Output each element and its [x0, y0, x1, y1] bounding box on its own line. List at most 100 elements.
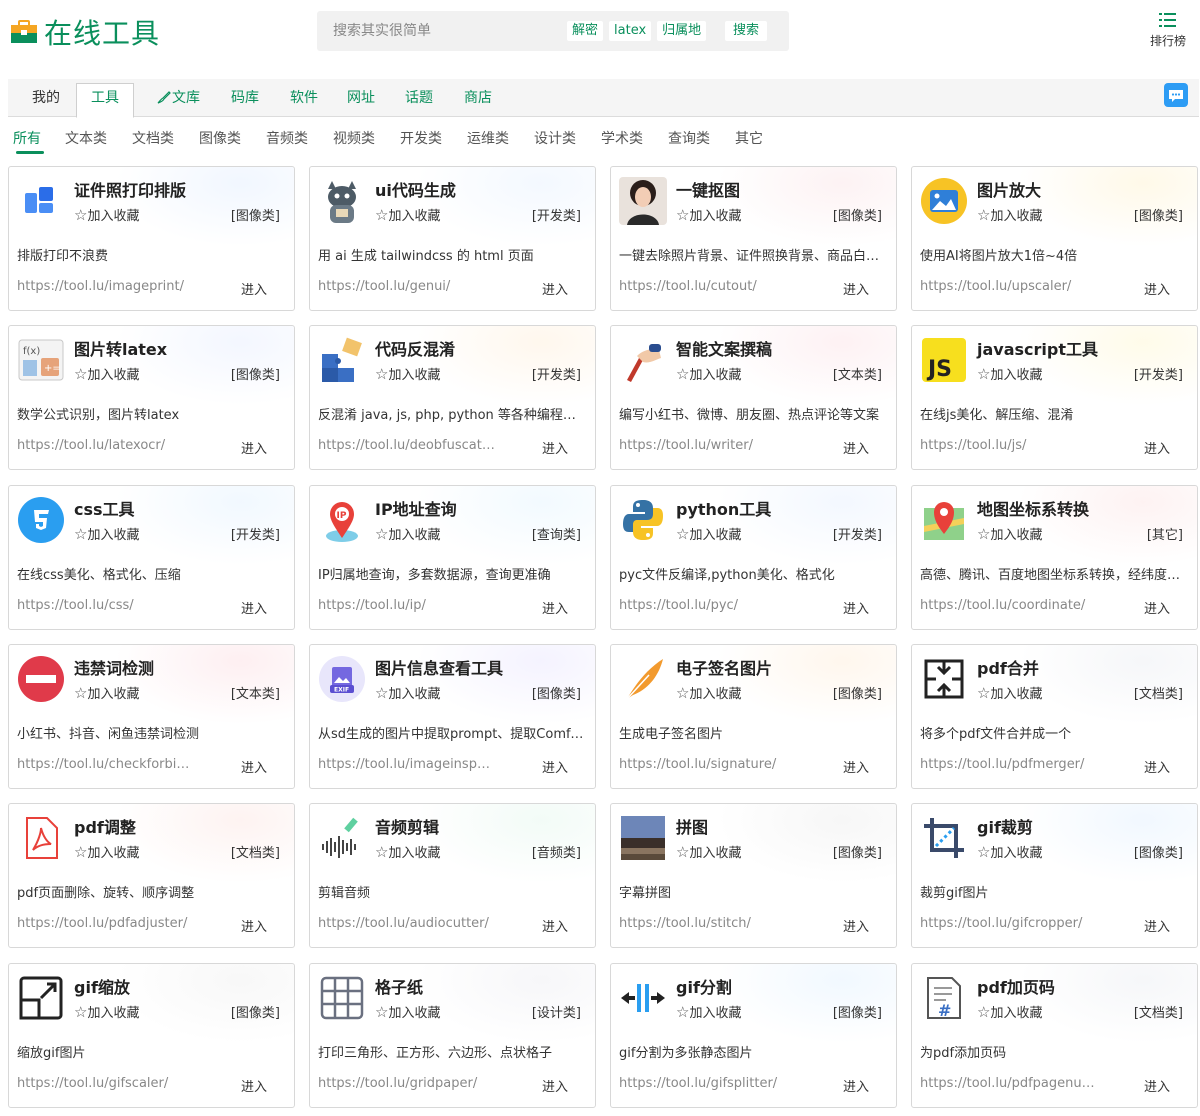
tool-card[interactable]: 格子纸 ☆加入收藏 [设计类] 打印三角形、正方形、六边形、点状格子 https…: [309, 963, 596, 1108]
tool-title[interactable]: gif裁剪: [977, 814, 1033, 838]
favorite-button[interactable]: ☆加入收藏: [375, 1002, 440, 1021]
enter-link[interactable]: 进入: [542, 598, 568, 617]
enter-link[interactable]: 进入: [1144, 757, 1170, 776]
enter-link[interactable]: 进入: [843, 916, 869, 935]
tool-category[interactable]: [开发类]: [231, 524, 280, 543]
tool-category[interactable]: [查询类]: [532, 524, 581, 543]
enter-link[interactable]: 进入: [241, 1076, 267, 1095]
tool-category[interactable]: [图像类]: [833, 842, 882, 861]
tool-title[interactable]: javascript工具: [977, 336, 1098, 360]
tool-category[interactable]: [开发类]: [532, 205, 581, 224]
tab-shop[interactable]: 商店: [456, 84, 500, 117]
filter-academic[interactable]: 学术类: [601, 128, 643, 148]
tool-category[interactable]: [图像类]: [833, 683, 882, 702]
filter-ops[interactable]: 运维类: [467, 128, 509, 148]
tool-category[interactable]: [开发类]: [833, 524, 882, 543]
tool-url[interactable]: https://tool.lu/imageinspector/: [318, 757, 496, 772]
tool-card[interactable]: pdf调整 ☆加入收藏 [文档类] pdf页面删除、旋转、顺序调整 https:…: [8, 803, 295, 948]
tool-card[interactable]: IP IP地址查询 ☆加入收藏 [查询类] IP归属地查询，多套数据源，查询更准…: [309, 485, 596, 630]
tool-card[interactable]: # pdf加页码 ☆加入收藏 [文档类] 为pdf添加页码 https://to…: [911, 963, 1198, 1108]
favorite-button[interactable]: ☆加入收藏: [74, 683, 139, 702]
tool-title[interactable]: 图片转latex: [74, 336, 167, 360]
enter-link[interactable]: 进入: [241, 438, 267, 457]
favorite-button[interactable]: ☆加入收藏: [977, 205, 1042, 224]
tab-tools[interactable]: 工具: [76, 83, 134, 118]
favorite-button[interactable]: ☆加入收藏: [676, 683, 741, 702]
favorite-button[interactable]: ☆加入收藏: [676, 205, 741, 224]
filter-image[interactable]: 图像类: [199, 128, 241, 148]
tool-card[interactable]: 图片放大 ☆加入收藏 [图像类] 使用AI将图片放大1倍~4倍 https://…: [911, 166, 1198, 311]
tool-category[interactable]: [音频类]: [532, 842, 581, 861]
favorite-button[interactable]: ☆加入收藏: [676, 364, 741, 383]
tool-url[interactable]: https://tool.lu/pdfadjuster/: [17, 916, 195, 931]
filter-audio[interactable]: 音频类: [266, 128, 308, 148]
tool-category[interactable]: [文本类]: [231, 683, 280, 702]
tool-category[interactable]: [其它]: [1147, 524, 1183, 543]
tool-url[interactable]: https://tool.lu/checkforbidden/: [17, 757, 195, 772]
tool-card[interactable]: 地图坐标系转换 ☆加入收藏 [其它] 高德、腾讯、百度地图坐标系转换，经纬度转换…: [911, 485, 1198, 630]
tool-category[interactable]: [设计类]: [532, 1002, 581, 1021]
enter-link[interactable]: 进入: [1144, 279, 1170, 298]
enter-link[interactable]: 进入: [1144, 598, 1170, 617]
tool-category[interactable]: [开发类]: [1134, 364, 1183, 383]
tool-card[interactable]: gif缩放 ☆加入收藏 [图像类] 缩放gif图片 https://tool.l…: [8, 963, 295, 1108]
tool-card[interactable]: 智能文案撰稿 ☆加入收藏 [文本类] 编写小红书、微博、朋友圈、热点评论等文案 …: [610, 325, 897, 470]
tool-url[interactable]: https://tool.lu/genui/: [318, 279, 496, 294]
favorite-button[interactable]: ☆加入收藏: [74, 364, 139, 383]
enter-link[interactable]: 进入: [843, 438, 869, 457]
tool-card[interactable]: 一键抠图 ☆加入收藏 [图像类] 一键去除照片背景、证件照换背景、商品白底图 h…: [610, 166, 897, 311]
tool-title[interactable]: python工具: [676, 496, 771, 520]
search-button[interactable]: 搜索: [725, 21, 768, 41]
tool-card[interactable]: python工具 ☆加入收藏 [开发类] pyc文件反编译,python美化、格…: [610, 485, 897, 630]
tool-category[interactable]: [图像类]: [1134, 842, 1183, 861]
tool-card[interactable]: 拼图 ☆加入收藏 [图像类] 字幕拼图 https://tool.lu/stit…: [610, 803, 897, 948]
tool-card[interactable]: EXIF 图片信息查看工具 ☆加入收藏 [图像类] 从sd生成的图片中提取pro…: [309, 644, 596, 789]
favorite-button[interactable]: ☆加入收藏: [676, 1002, 741, 1021]
tool-url[interactable]: https://tool.lu/deobfuscation/: [318, 438, 496, 453]
tool-title[interactable]: 格子纸: [375, 974, 423, 998]
filter-dev[interactable]: 开发类: [400, 128, 442, 148]
favorite-button[interactable]: ☆加入收藏: [74, 524, 139, 543]
tool-category[interactable]: [图像类]: [231, 364, 280, 383]
enter-link[interactable]: 进入: [241, 916, 267, 935]
tool-title[interactable]: IP地址查询: [375, 496, 457, 520]
tool-url[interactable]: https://tool.lu/pdfpagenum/: [920, 1076, 1098, 1091]
tool-url[interactable]: https://tool.lu/upscaler/: [920, 279, 1098, 294]
tool-category[interactable]: [图像类]: [833, 1002, 882, 1021]
tool-card[interactable]: 证件照打印排版 ☆加入收藏 [图像类] 排版打印不浪费 https://tool…: [8, 166, 295, 311]
enter-link[interactable]: 进入: [542, 279, 568, 298]
tool-url[interactable]: https://tool.lu/stitch/: [619, 916, 797, 931]
enter-link[interactable]: 进入: [542, 438, 568, 457]
tool-url[interactable]: https://tool.lu/css/: [17, 598, 195, 613]
tool-url[interactable]: https://tool.lu/cutout/: [619, 279, 797, 294]
favorite-button[interactable]: ☆加入收藏: [375, 205, 440, 224]
tool-title[interactable]: 音频剪辑: [375, 814, 439, 838]
search-input[interactable]: [325, 17, 565, 45]
favorite-button[interactable]: ☆加入收藏: [74, 1002, 139, 1021]
tool-url[interactable]: https://tool.lu/writer/: [619, 438, 797, 453]
tool-url[interactable]: https://tool.lu/latexocr/: [17, 438, 195, 453]
tool-category[interactable]: [图像类]: [532, 683, 581, 702]
hot-tag[interactable]: latex: [609, 21, 652, 41]
tab-mine[interactable]: 我的: [24, 84, 68, 117]
tab-library[interactable]: 文库: [148, 84, 208, 117]
tool-category[interactable]: [图像类]: [833, 205, 882, 224]
filter-video[interactable]: 视频类: [333, 128, 375, 148]
favorite-button[interactable]: ☆加入收藏: [375, 842, 440, 861]
chat-button[interactable]: [1164, 83, 1188, 107]
favorite-button[interactable]: ☆加入收藏: [375, 524, 440, 543]
tool-url[interactable]: https://tool.lu/gifcropper/: [920, 916, 1098, 931]
tool-url[interactable]: https://tool.lu/gifscaler/: [17, 1076, 195, 1091]
tool-category[interactable]: [文本类]: [833, 364, 882, 383]
tool-url[interactable]: https://tool.lu/imageprint/: [17, 279, 195, 294]
tool-url[interactable]: https://tool.lu/pyc/: [619, 598, 797, 613]
tool-title[interactable]: 代码反混淆: [375, 336, 455, 360]
tool-card[interactable]: gif裁剪 ☆加入收藏 [图像类] 裁剪gif图片 https://tool.l…: [911, 803, 1198, 948]
tool-card[interactable]: 电子签名图片 ☆加入收藏 [图像类] 生成电子签名图片 https://tool…: [610, 644, 897, 789]
tool-title[interactable]: gif分割: [676, 974, 732, 998]
ranking-link[interactable]: 排行榜: [1146, 12, 1190, 49]
favorite-button[interactable]: ☆加入收藏: [977, 1002, 1042, 1021]
enter-link[interactable]: 进入: [241, 757, 267, 776]
filter-query[interactable]: 查询类: [668, 128, 710, 148]
tool-card[interactable]: 音频剪辑 ☆加入收藏 [音频类] 剪辑音频 https://tool.lu/au…: [309, 803, 596, 948]
